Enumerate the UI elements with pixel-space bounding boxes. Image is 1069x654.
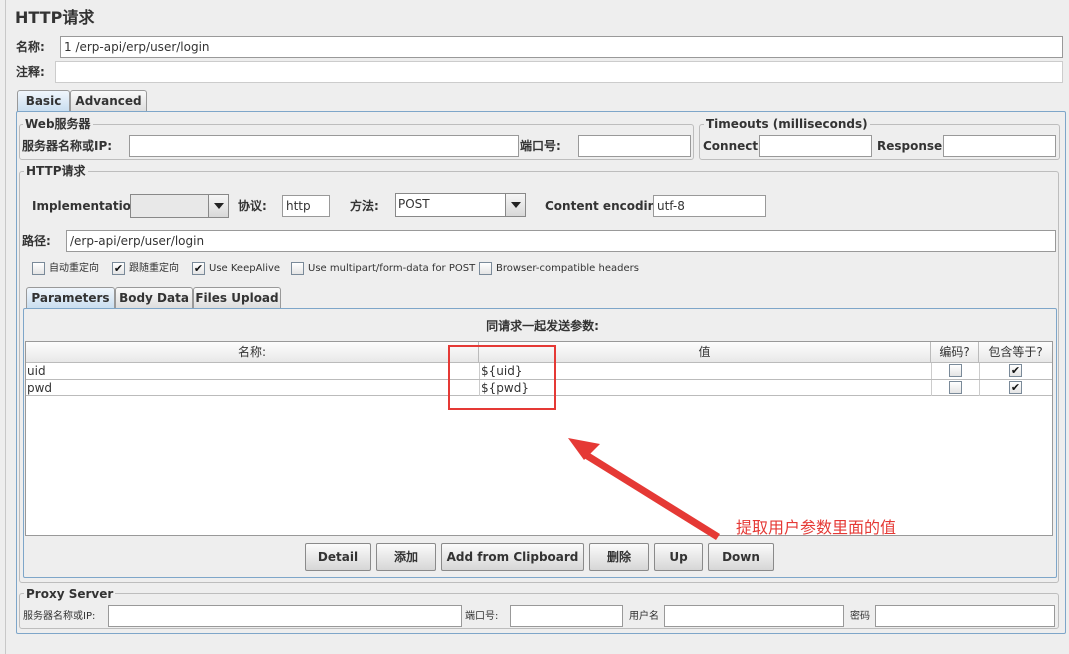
param-name[interactable]: pwd xyxy=(27,381,52,395)
browser-headers-checkbox[interactable] xyxy=(479,262,492,275)
highlight-box xyxy=(448,345,556,410)
row-divider xyxy=(931,363,932,379)
delete-button[interactable]: 删除 xyxy=(589,543,649,571)
encoding-label: Content encoding: xyxy=(545,199,670,213)
method-value: POST xyxy=(398,197,430,211)
tab-basic[interactable]: Basic xyxy=(17,90,70,112)
web-server-title: Web服务器 xyxy=(23,117,93,131)
page-title: HTTP请求 xyxy=(15,8,95,27)
header-encode: 编码? xyxy=(931,342,979,362)
encoding-field[interactable]: utf-8 xyxy=(653,195,766,217)
proxy-user-field[interactable] xyxy=(664,605,844,627)
protocol-label: 协议: xyxy=(238,199,267,213)
port-label: 端口号: xyxy=(520,139,561,153)
param-name[interactable]: uid xyxy=(27,364,46,378)
proxy-port-label: 端口号: xyxy=(465,611,499,622)
include-equals-checkbox[interactable]: ✔ xyxy=(1009,364,1022,377)
proxy-server-label: 服务器名称或IP: xyxy=(23,611,96,622)
encode-checkbox[interactable] xyxy=(949,381,962,394)
up-button[interactable]: Up xyxy=(654,543,703,571)
encode-checkbox[interactable] xyxy=(949,364,962,377)
multipart-label: Use multipart/form-data for POST xyxy=(308,263,476,274)
proxy-port-field[interactable] xyxy=(510,605,623,627)
proxy-password-label: 密码 xyxy=(850,611,870,622)
response-label: Response: xyxy=(877,139,947,153)
response-field[interactable] xyxy=(943,135,1056,157)
include-equals-checkbox[interactable]: ✔ xyxy=(1009,381,1022,394)
row-divider xyxy=(979,380,980,396)
header-name: 名称: xyxy=(26,342,479,362)
down-button[interactable]: Down xyxy=(708,543,774,571)
proxy-server-field[interactable] xyxy=(108,605,462,627)
proxy-password-field[interactable] xyxy=(875,605,1055,627)
auto-redirect-label: 自动重定向 xyxy=(49,263,99,274)
port-field[interactable] xyxy=(578,135,691,157)
keepalive-label: Use KeepAlive xyxy=(209,263,281,274)
implementation-label: Implementation: xyxy=(32,199,145,213)
row-divider xyxy=(931,380,932,396)
method-label: 方法: xyxy=(350,199,379,213)
add-button[interactable]: 添加 xyxy=(376,543,436,571)
proxy-user-label: 用户名 xyxy=(629,611,659,622)
server-field[interactable] xyxy=(129,135,519,157)
path-label: 路径: xyxy=(22,234,51,248)
annotation-arrow-icon xyxy=(568,438,720,540)
params-caption: 同请求一起发送参数: xyxy=(486,319,599,333)
chevron-down-icon[interactable] xyxy=(208,195,228,217)
annotation-text: 提取用户参数里面的值 xyxy=(736,518,897,537)
server-label: 服务器名称或IP: xyxy=(22,139,113,153)
tab-body-data[interactable]: Body Data xyxy=(115,287,193,309)
timeouts-title: Timeouts (milliseconds) xyxy=(704,117,870,131)
connect-field[interactable] xyxy=(759,135,872,157)
connect-label: Connect: xyxy=(703,139,763,153)
tab-files-upload[interactable]: Files Upload xyxy=(193,287,281,309)
tab-parameters[interactable]: Parameters xyxy=(26,287,115,309)
row-divider xyxy=(979,363,980,379)
name-field[interactable]: 1 /erp-api/erp/user/login xyxy=(60,36,1063,58)
tab-advanced[interactable]: Advanced xyxy=(70,90,147,112)
http-request-title: HTTP请求 xyxy=(24,164,88,178)
proxy-title: Proxy Server xyxy=(24,587,116,601)
auto-redirect-checkbox[interactable] xyxy=(32,262,45,275)
follow-redirect-label: 跟随重定向 xyxy=(129,263,179,274)
browser-headers-label: Browser-compatible headers xyxy=(496,263,639,274)
keepalive-checkbox[interactable]: ✔ xyxy=(192,262,205,275)
header-include-equals: 包含等于? xyxy=(979,342,1052,362)
left-divider xyxy=(5,0,6,654)
add-from-clipboard-button[interactable]: Add from Clipboard xyxy=(441,543,584,571)
detail-button[interactable]: Detail xyxy=(305,543,371,571)
multipart-checkbox[interactable] xyxy=(291,262,304,275)
protocol-field[interactable]: http xyxy=(282,195,330,217)
comment-field[interactable] xyxy=(55,61,1063,83)
comment-label: 注释: xyxy=(16,65,45,79)
follow-redirect-checkbox[interactable]: ✔ xyxy=(112,262,125,275)
name-label: 名称: xyxy=(16,40,45,54)
path-field[interactable]: /erp-api/erp/user/login xyxy=(66,230,1056,252)
chevron-down-icon[interactable] xyxy=(505,194,525,216)
method-select[interactable]: POST xyxy=(395,193,526,217)
implementation-select[interactable] xyxy=(130,194,229,218)
